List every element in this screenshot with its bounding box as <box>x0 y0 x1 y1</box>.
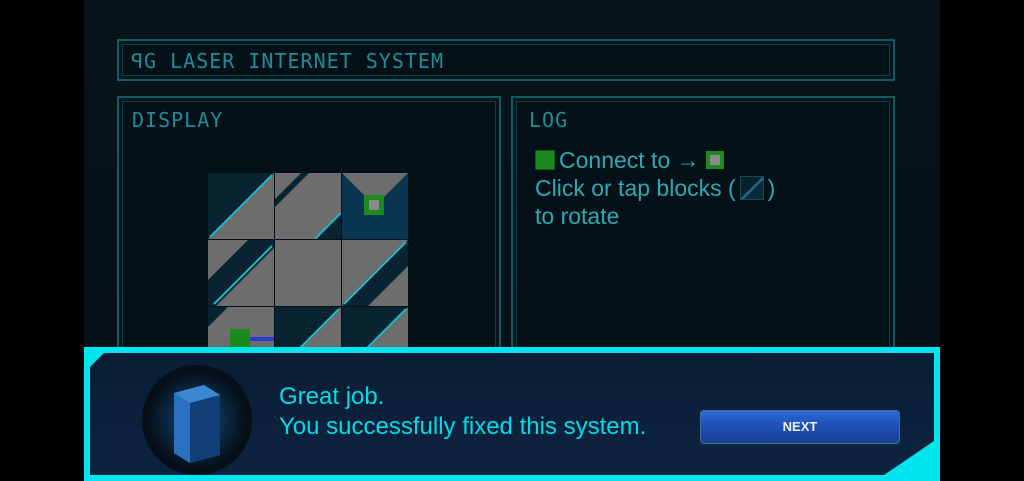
target-block[interactable] <box>342 173 408 239</box>
success-dialog: Great job. You successfully fixed this s… <box>84 347 940 481</box>
rotate-block[interactable] <box>208 173 274 239</box>
dialog-body: Great job. You successfully fixed this s… <box>90 353 934 475</box>
message-line-1: Great job. <box>279 383 385 410</box>
rotate-block[interactable] <box>208 240 274 306</box>
target-square-icon <box>705 151 724 169</box>
success-message: Great job. You successfully fixed this s… <box>279 382 646 442</box>
rotate-block-icon <box>739 176 764 200</box>
log-panel: LOG Connect to → Click or tap blocks ( )… <box>511 96 895 370</box>
display-title: DISPLAY <box>132 108 224 132</box>
display-panel: DISPLAY <box>117 96 501 373</box>
log-rotate-text: to rotate <box>535 203 620 229</box>
log-click-text: Click or tap blocks ( <box>535 175 736 201</box>
message-line-2: You successfully fixed this system. <box>279 413 647 440</box>
log-text: Connect to → Click or tap blocks ( ) to … <box>535 146 775 230</box>
system-title: ꟼG LASER INTERNET SYSTEM <box>131 49 445 73</box>
rotate-block[interactable] <box>275 173 341 239</box>
rotate-block[interactable] <box>342 240 408 306</box>
log-connect-text: Connect to → <box>559 147 700 173</box>
log-title: LOG <box>529 108 569 132</box>
avatar <box>142 365 252 475</box>
log-click-close: ) <box>767 175 776 201</box>
rotate-block[interactable] <box>275 240 341 306</box>
crystal-block-icon <box>142 365 252 475</box>
title-bar: ꟼG LASER INTERNET SYSTEM <box>117 39 895 81</box>
source-square-icon <box>535 150 555 170</box>
puzzle-board <box>208 173 408 373</box>
next-button[interactable]: NEXT <box>700 410 900 444</box>
